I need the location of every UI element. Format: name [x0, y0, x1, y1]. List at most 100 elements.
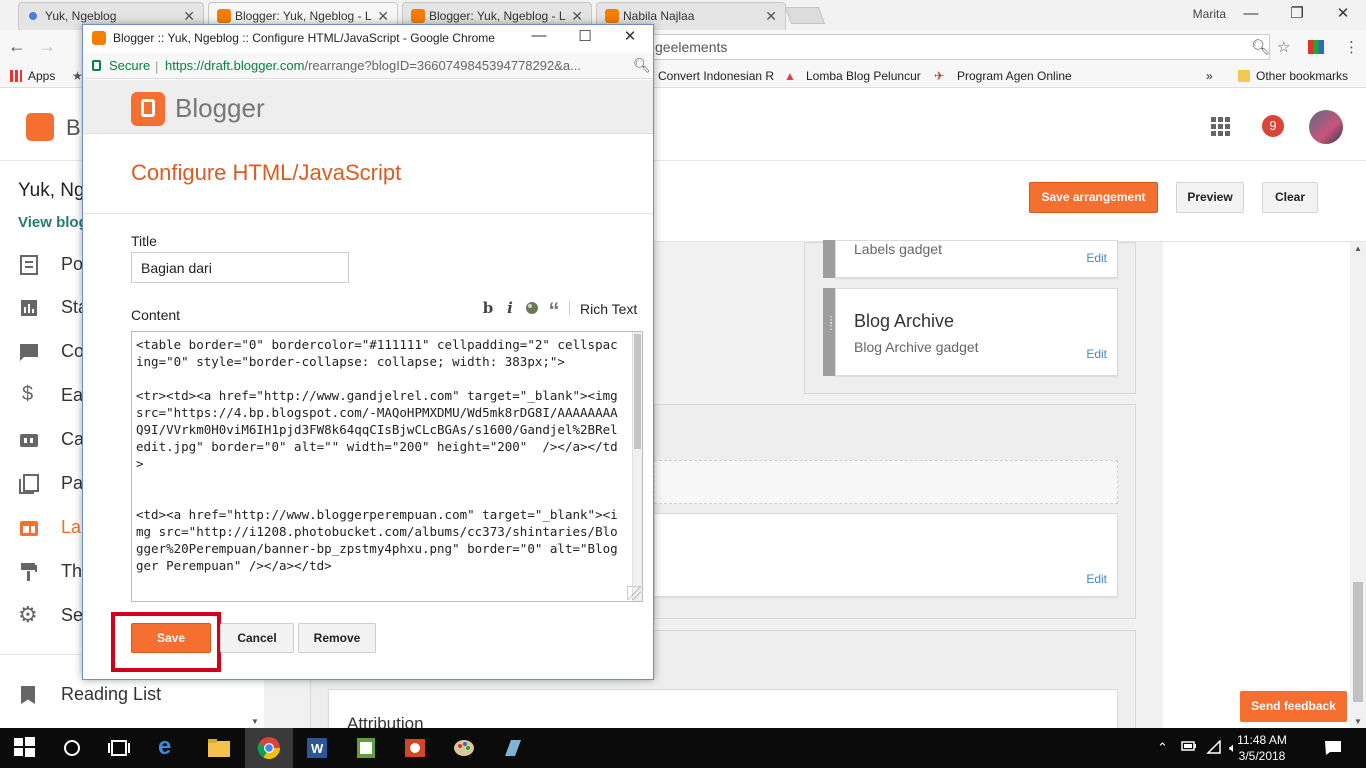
- zoom-icon[interactable]: 🔍︎: [1251, 38, 1270, 56]
- back-arrow-icon[interactable]: ←: [8, 36, 26, 57]
- chevron-up-icon[interactable]: ⌃: [1157, 740, 1168, 756]
- close-window-icon[interactable]: ✕: [1320, 0, 1366, 28]
- search-icon[interactable]: [60, 736, 84, 760]
- menu-dots-icon[interactable]: ⋮: [1344, 38, 1359, 56]
- rich-text-toggle[interactable]: Rich Text: [580, 301, 637, 317]
- scroll-down-icon[interactable]: ▼: [251, 717, 259, 726]
- edit-link[interactable]: Edit: [1086, 347, 1107, 361]
- gadget-labels[interactable]: Labels gadget Edit: [823, 240, 1118, 278]
- divider: [83, 213, 653, 214]
- spreadsheet-icon[interactable]: [354, 736, 378, 760]
- gadget-blog-archive[interactable]: ⋮ ⋮ Blog Archive Blog Archive gadget Edit: [823, 288, 1118, 376]
- close-tab-icon[interactable]: ✕: [765, 3, 777, 29]
- new-tab-button[interactable]: [784, 7, 826, 24]
- svg-text:W: W: [311, 741, 324, 756]
- blog-name[interactable]: Yuk, Ng: [18, 180, 85, 202]
- close-window-icon[interactable]: ✕: [610, 27, 650, 45]
- more-bookmarks-icon[interactable]: »: [1206, 69, 1213, 83]
- save-button[interactable]: Save: [131, 623, 211, 653]
- scrollbar-thumb[interactable]: [634, 334, 641, 449]
- notifications-icon[interactable]: [1324, 740, 1342, 759]
- textarea-scrollbar[interactable]: [632, 332, 642, 601]
- blogger-favicon-icon: [217, 9, 231, 23]
- add-gadget-area[interactable]: [654, 460, 1118, 504]
- scroll-up-icon[interactable]: ▲: [1354, 244, 1362, 253]
- earnings-icon: $: [22, 383, 34, 405]
- presentation-icon[interactable]: [403, 736, 427, 760]
- content-textarea[interactable]: <table border="0" bordercolor="#111111" …: [131, 331, 643, 602]
- edge-icon[interactable]: e: [158, 735, 182, 760]
- reading-list-label[interactable]: Reading List: [18, 684, 161, 705]
- windows-taskbar: e W ⌃ 🔈︎ 11:48 AM 3/5/2018: [0, 728, 1366, 768]
- sidebar-item-label: Se: [61, 605, 84, 625]
- bookmark-label: Apps: [28, 69, 56, 83]
- view-blog-link[interactable]: View blog: [18, 214, 88, 231]
- wifi-icon[interactable]: [1206, 739, 1222, 757]
- blogger-logo-icon[interactable]: [26, 113, 54, 141]
- page-scrollbar[interactable]: ▲ ▼: [1350, 242, 1366, 728]
- italic-icon[interactable]: i: [500, 298, 520, 318]
- send-feedback-button[interactable]: Send feedback: [1240, 691, 1347, 722]
- paint-icon[interactable]: [452, 736, 476, 760]
- app-icon[interactable]: [501, 736, 525, 760]
- clear-button[interactable]: Clear: [1262, 182, 1318, 213]
- bold-icon[interactable]: b: [478, 298, 498, 318]
- toolbar-separator: [569, 300, 570, 316]
- content-code[interactable]: <table border="0" bordercolor="#111111" …: [136, 336, 622, 574]
- bookmark-item[interactable]: Lomba Blog Peluncur: [806, 69, 921, 83]
- edit-link[interactable]: Edit: [1086, 572, 1107, 586]
- task-view-icon[interactable]: [107, 736, 131, 760]
- quote-icon[interactable]: “: [544, 298, 564, 323]
- blogger-favicon-icon: [411, 9, 425, 23]
- sidebar-item-label: Ca: [61, 429, 85, 449]
- popup-address-bar[interactable]: Secure | https://draft.blogger.com/rearr…: [83, 53, 653, 79]
- battery-icon[interactable]: [1181, 740, 1197, 755]
- url-path: /rearrange?blogID=3660749845394778292&a.…: [304, 58, 581, 73]
- scroll-down-icon[interactable]: ▼: [1354, 717, 1362, 726]
- drag-handle-icon[interactable]: ⋮ ⋮: [823, 288, 836, 376]
- file-explorer-icon[interactable]: [207, 736, 231, 760]
- profile-name[interactable]: Marita: [1193, 7, 1226, 21]
- title-input[interactable]: [131, 252, 349, 283]
- windows-start-icon[interactable]: [13, 736, 37, 760]
- preview-button[interactable]: Preview: [1176, 182, 1244, 213]
- minimize-icon[interactable]: —: [519, 27, 559, 44]
- tab-title: Yuk, Ngeblog: [45, 9, 117, 23]
- other-bookmarks[interactable]: Other bookmarks: [1238, 69, 1348, 83]
- extension-icon[interactable]: [1308, 40, 1324, 54]
- bookmark-icon: [21, 686, 35, 704]
- url-host: https://draft.blogger.com: [165, 58, 305, 73]
- save-arrangement-button[interactable]: Save arrangement: [1029, 182, 1158, 213]
- remove-button[interactable]: Remove: [298, 623, 376, 653]
- word-icon[interactable]: W: [305, 736, 329, 760]
- link-icon[interactable]: [522, 298, 542, 318]
- system-clock[interactable]: 11:48 AM 3/5/2018: [1232, 732, 1292, 764]
- edit-link[interactable]: Edit: [1086, 251, 1107, 265]
- cancel-button[interactable]: Cancel: [220, 623, 294, 653]
- minimize-icon[interactable]: —: [1228, 0, 1274, 28]
- right-column: [1163, 242, 1350, 728]
- resize-grip-icon[interactable]: [627, 586, 641, 600]
- forward-arrow-icon[interactable]: →: [38, 36, 56, 57]
- zoom-icon[interactable]: 🔍︎: [633, 57, 651, 74]
- url-fragment: geelements: [655, 39, 728, 55]
- restore-icon[interactable]: ❐: [1274, 0, 1320, 28]
- scrollbar-thumb[interactable]: [1353, 582, 1363, 702]
- gadget-item[interactable]: Edit: [654, 513, 1118, 597]
- bookmark-star-icon[interactable]: ☆: [1277, 38, 1290, 56]
- clock-time: 11:48 AM: [1237, 733, 1287, 747]
- bookmark-item[interactable]: Program Agen Online: [957, 69, 1072, 83]
- gadget-attribution[interactable]: Attribution: [328, 689, 1118, 733]
- sidebar-item-label: Ea: [61, 385, 84, 405]
- chrome-taskbar-button[interactable]: [245, 728, 293, 768]
- address-bar[interactable]: geelements: [640, 34, 1270, 60]
- secure-label: Secure: [109, 58, 151, 73]
- tab-title: Blogger: Yuk, Ngeblog - L: [429, 9, 566, 23]
- google-apps-icon[interactable]: [1211, 117, 1231, 137]
- avatar[interactable]: [1309, 110, 1343, 144]
- apps-bookmark[interactable]: Apps: [10, 69, 55, 83]
- notifications-badge[interactable]: 9: [1262, 115, 1284, 137]
- bookmark-item[interactable]: Convert Indonesian R: [658, 69, 774, 83]
- drag-handle-icon[interactable]: [823, 240, 835, 278]
- maximize-icon[interactable]: ☐: [565, 27, 605, 45]
